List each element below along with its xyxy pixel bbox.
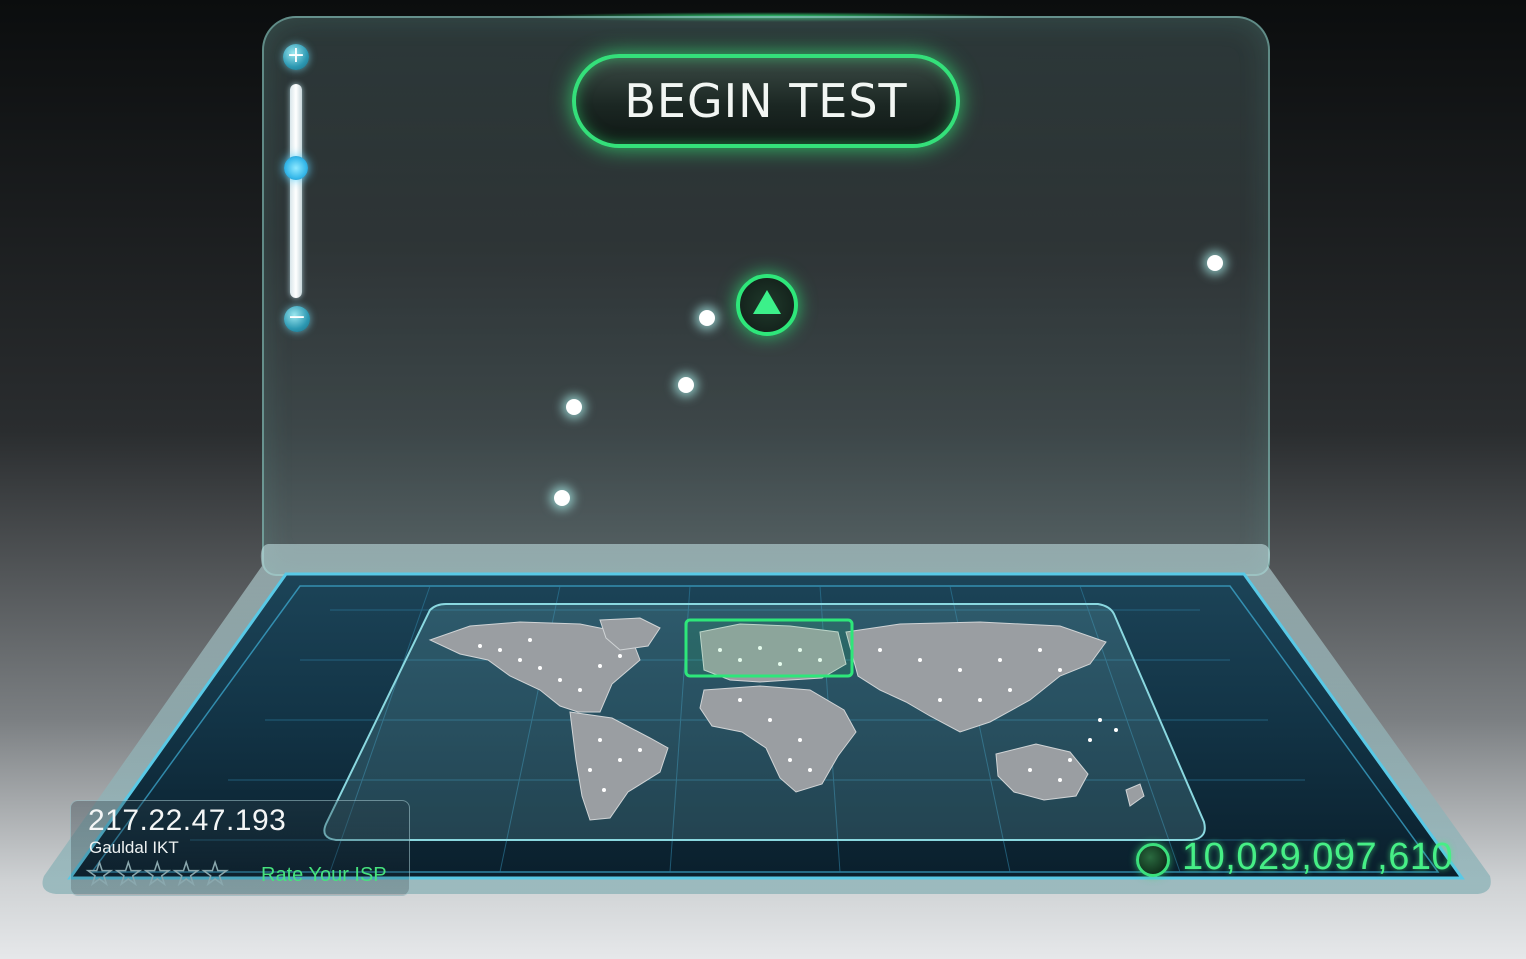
star-icon[interactable]: ★: [201, 859, 229, 891]
star-icon[interactable]: ★: [172, 859, 200, 891]
total-tests-counter: 10,029,097,610: [1182, 836, 1454, 878]
selected-region-box: [684, 618, 854, 678]
star-icon[interactable]: ★: [85, 859, 113, 891]
ip-address: 217.22.47.193: [88, 804, 287, 837]
speedtest-stage: BEGIN TEST + − 217.22.47.193 Gauldal IKT…: [0, 0, 1526, 959]
star-icon[interactable]: ★: [143, 859, 171, 891]
star-icon[interactable]: ★: [114, 859, 142, 891]
isp-name: Gauldal IKT: [89, 838, 179, 857]
rate-your-isp-link[interactable]: Rate Your ISP: [261, 864, 387, 887]
isp-rating-stars[interactable]: ★ ★ ★ ★ ★: [85, 859, 229, 891]
globe-icon: [1136, 843, 1170, 877]
